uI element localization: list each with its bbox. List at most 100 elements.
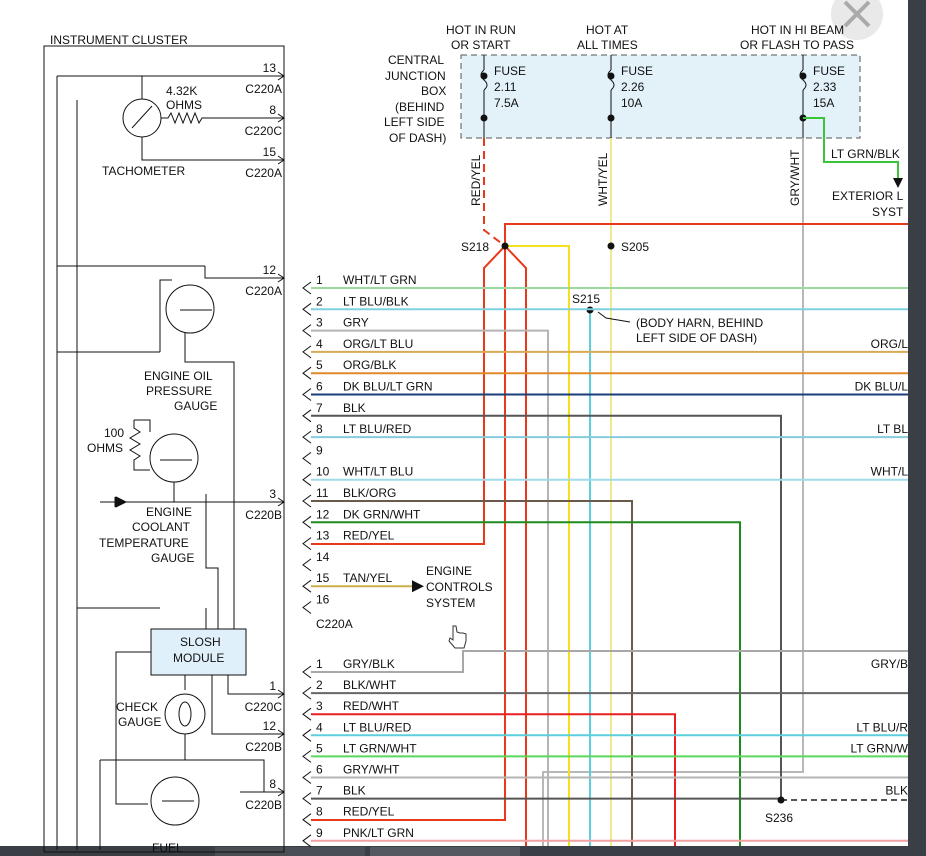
fuse-terminal	[607, 114, 615, 122]
oil-gauge-label-1: ENGINE OIL	[144, 369, 213, 383]
c220b-pin-mark	[302, 665, 312, 679]
cluster-pin-number: 8	[269, 777, 276, 791]
c220a-pin-mark	[302, 388, 312, 401]
c220a-pin-number: 2	[316, 294, 323, 308]
c220a-pin-mark	[302, 345, 312, 359]
c220a-wire-continuation: WHT/L	[871, 465, 909, 479]
s215-note-2: LEFT SIDE OF DASH)	[636, 331, 757, 345]
junction-box-label-line: LEFT SIDE	[384, 115, 444, 129]
check-gauge-label-2: GAUGE	[118, 715, 161, 729]
c220a-wire-label: DK BLU/LT GRN	[343, 380, 433, 394]
fuse-amps: 7.5A	[494, 96, 519, 110]
c220b-wire-label: RED/WHT	[343, 699, 400, 713]
c220a-pin-mark	[302, 302, 312, 316]
connector-c220b: 1 GRY/BLK GRY/B 2 BLK/WHT 3 RED/WHT 4 LT BLU/RED…	[302, 650, 909, 848]
c220b-pin-number: 6	[316, 763, 323, 777]
c220a-wire-label: LT BLU/RED	[343, 422, 412, 436]
c220a-pin-number: 3	[316, 316, 323, 330]
c220b-pin-mark	[302, 707, 312, 721]
fuse-number: 2.11	[494, 80, 517, 94]
coolant-resistor-unit: OHMS	[87, 441, 123, 455]
c220a-pin-mark	[302, 451, 312, 465]
c220a-pin-mark	[302, 473, 312, 487]
junction-box-label-line: OF DASH)	[389, 131, 446, 145]
wiring-diagram: INSTRUMENT CLUSTER 4.32K OHMS TACHOMETER…	[0, 0, 926, 856]
c220b-pin-number: 2	[316, 678, 323, 692]
c220a-pin-mark	[302, 281, 312, 295]
check-gauge-label-1: CHECK	[116, 700, 158, 714]
c220b-wire-label: LT BLU/RED	[343, 720, 412, 734]
c220a-wire-label: TAN/YEL	[343, 571, 392, 585]
fuse-terminal	[799, 72, 807, 80]
c220a-wire-label: BLK	[343, 401, 366, 415]
c220a-pin-mark	[302, 409, 312, 423]
c220b-wire-continuation: LT BLU/R	[856, 720, 908, 734]
fuse-header-line-2: OR START	[451, 38, 511, 52]
c220b-wire-label: GRY/BLK	[343, 657, 395, 671]
cluster-pin-number: 12	[263, 263, 277, 277]
c220a-wire-label: GRY	[343, 316, 369, 330]
red-yel-bus	[504, 223, 908, 246]
c220a-pin-mark	[302, 579, 312, 593]
engine-controls-label-1: ENGINE	[426, 564, 472, 578]
c220b-wire-label: LT GRN/WHT	[343, 741, 417, 755]
c220a-wire-label: ORG/BLK	[343, 358, 396, 372]
cluster-pin-connector: C220A	[245, 166, 282, 180]
c220a-pin-mark	[302, 537, 312, 550]
exterior-arrow	[893, 178, 903, 188]
hand-cursor-icon	[448, 625, 467, 649]
splice-s236: S236	[765, 811, 793, 825]
cluster-pin-connector: C220A	[245, 82, 282, 96]
fuse-terminal	[480, 72, 488, 80]
c220a-pin-number: 7	[316, 401, 323, 415]
c220a-wire-label: LT BLU/BLK	[343, 294, 409, 308]
cluster-pin-connector: C220C	[245, 700, 283, 714]
c220b-wire-label: BLK/WHT	[343, 678, 397, 692]
c220b-pin-number: 4	[316, 720, 323, 734]
cluster-pins: 13 C220A 8 C220C 15 C220A 12 C220A 3 C220B 1 C220C 1…	[240, 61, 285, 812]
c220a-pin-mark	[302, 558, 312, 572]
s205-dot	[607, 242, 615, 250]
c220b-pin-mark	[302, 750, 312, 763]
c220b-pin-mark	[302, 686, 312, 700]
c220a-pin-number: 1	[316, 273, 323, 287]
c220b-pin-mark	[302, 792, 312, 805]
c220a-wire-label: DK GRN/WHT	[343, 507, 421, 521]
c220b-pin-number: 3	[316, 699, 323, 713]
c220b-wire-continuation: LT GRN/W	[850, 741, 908, 755]
cluster-pin-connector: C220B	[245, 798, 282, 812]
fuse-amps: 10A	[621, 96, 642, 110]
cluster-pin-connector: C220B	[245, 508, 282, 522]
cluster-title: INSTRUMENT CLUSTER	[50, 33, 188, 47]
c220a-pin-number: 12	[316, 507, 330, 521]
engine-controls-arrow	[412, 580, 424, 593]
c220b-pin-mark	[302, 728, 312, 742]
engine-controls-label-2: CONTROLS	[426, 580, 493, 594]
fuse-header-line-1: HOT IN RUN	[446, 23, 516, 37]
splice-s215: S215	[572, 292, 600, 306]
c220a-wire-label: ORG/LT BLU	[343, 337, 413, 351]
slosh-module-label-1: SLOSH	[180, 635, 221, 649]
c220a-pin-number: 5	[316, 358, 323, 372]
exterior-label-2: SYST	[872, 205, 904, 219]
c220b-pin-number: 1	[316, 657, 323, 671]
red-yel-feed	[483, 138, 506, 247]
junction-box-label-line: (BEHIND	[395, 100, 445, 114]
fuse-number: 2.33	[813, 80, 837, 94]
c220b-pin-number: 5	[316, 741, 323, 755]
cluster-pin-number: 13	[263, 61, 277, 75]
tach-resistor-value: 4.32K	[166, 84, 197, 98]
c220a-wire-label: BLK/ORG	[343, 486, 396, 500]
c220b-pin-number: 8	[316, 805, 323, 819]
connector-c220a: 1 WHT/LT GRN 2 LT BLU/BLK 3 GRY 4 ORG/LT BLU ORG…	[302, 273, 909, 846]
c220b-pin-mark	[302, 771, 312, 784]
tachometer-label: TACHOMETER	[102, 164, 185, 178]
slosh-module-label-2: MODULE	[173, 651, 224, 665]
fuse-name: FUSE	[813, 64, 845, 78]
c220a-pin-mark	[302, 601, 312, 614]
oil-gauge-label-3: GAUGE	[174, 399, 217, 413]
window-edge	[908, 0, 926, 856]
c220a-pin-number: 8	[316, 422, 323, 436]
fuse-feed-wires: LT GRN/BLK EXTERIOR L SYST	[311, 117, 908, 846]
c220b-wire-label: GRY/WHT	[343, 763, 400, 777]
